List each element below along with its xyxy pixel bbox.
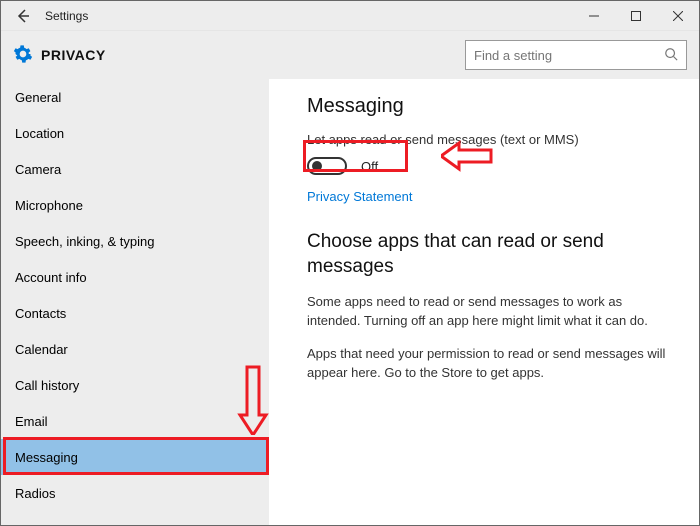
content-paragraph-1: Some apps need to read or send messages … <box>307 293 671 331</box>
sidebar-item-label: Email <box>15 414 48 429</box>
gear-icon <box>13 44 33 67</box>
sidebar-item-contacts[interactable]: Contacts <box>1 295 269 331</box>
sidebar-item-label: Camera <box>15 162 61 177</box>
window-title: Settings <box>45 9 88 23</box>
sidebar-item-general[interactable]: General <box>1 79 269 115</box>
sidebar-item-label: Contacts <box>15 306 66 321</box>
privacy-statement-link[interactable]: Privacy Statement <box>307 189 413 204</box>
annotation-box-messaging <box>3 437 269 475</box>
sidebar-item-calendar[interactable]: Calendar <box>1 331 269 367</box>
header: PRIVACY <box>1 31 699 79</box>
header-left: PRIVACY <box>13 44 106 67</box>
sidebar-item-microphone[interactable]: Microphone <box>1 187 269 223</box>
close-button[interactable] <box>657 1 699 31</box>
window-controls <box>573 1 699 31</box>
page-title: PRIVACY <box>41 47 106 63</box>
content-subheading: Choose apps that can read or send messag… <box>307 230 671 279</box>
sidebar-item-label: Calendar <box>15 342 68 357</box>
arrow-left-icon <box>15 8 31 24</box>
sidebar-item-label: Call history <box>15 378 79 393</box>
sidebar-item-label: Microphone <box>15 198 83 213</box>
sidebar-item-location[interactable]: Location <box>1 115 269 151</box>
search-input[interactable] <box>474 48 654 63</box>
titlebar: Settings <box>1 1 699 31</box>
close-icon <box>673 11 683 21</box>
sidebar-item-camera[interactable]: Camera <box>1 151 269 187</box>
sidebar-item-radios[interactable]: Radios <box>1 475 269 511</box>
maximize-button[interactable] <box>615 1 657 31</box>
titlebar-left: Settings <box>1 4 88 28</box>
search-box[interactable] <box>465 40 687 70</box>
sidebar-item-label: General <box>15 90 61 105</box>
sidebar-item-call-history[interactable]: Call history <box>1 367 269 403</box>
sidebar-item-email[interactable]: Email <box>1 403 269 439</box>
annotation-box-toggle <box>303 140 408 172</box>
sidebar-item-label: Account info <box>15 270 87 285</box>
sidebar-item-label: Location <box>15 126 64 141</box>
minimize-icon <box>589 11 599 21</box>
minimize-button[interactable] <box>573 1 615 31</box>
sidebar-item-speech-inking-typing[interactable]: Speech, inking, & typing <box>1 223 269 259</box>
sidebar-item-label: Speech, inking, & typing <box>15 234 154 249</box>
search-icon <box>664 47 678 64</box>
content-paragraph-2: Apps that need your permission to read o… <box>307 345 671 383</box>
sidebar-item-label: Radios <box>15 486 55 501</box>
sidebar-item-account-info[interactable]: Account info <box>1 259 269 295</box>
maximize-icon <box>631 11 641 21</box>
back-button[interactable] <box>11 4 35 28</box>
content-heading: Messaging <box>307 95 671 118</box>
